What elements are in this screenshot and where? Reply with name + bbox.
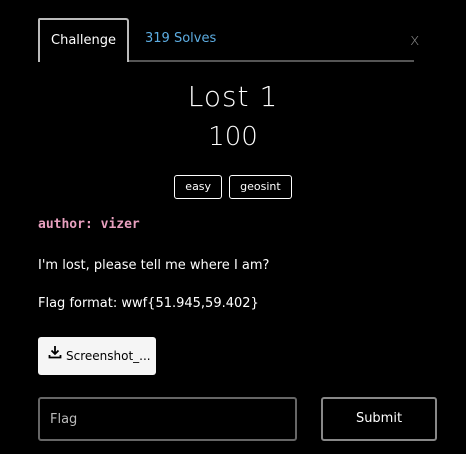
flag-input[interactable]	[38, 397, 297, 441]
challenge-description: I'm lost, please tell me where I am?	[38, 258, 270, 273]
flag-format: Flag format: wwf{51.945,59.402}	[38, 296, 259, 311]
tag-easy: easy	[174, 175, 223, 199]
download-icon	[48, 337, 62, 374]
tab-solves[interactable]: 319 Solves	[145, 18, 216, 60]
challenge-points: 100	[208, 122, 258, 152]
download-file-button[interactable]: Screenshot_...	[38, 337, 156, 375]
submit-button[interactable]: Submit	[321, 397, 437, 441]
challenge-name: Lost 1	[187, 80, 279, 113]
close-icon[interactable]: x	[410, 30, 419, 49]
challenge-tags: easy geosint	[0, 175, 466, 199]
tab-challenge[interactable]: Challenge	[38, 18, 129, 62]
file-name: Screenshot_...	[66, 349, 151, 363]
challenge-tabs: Challenge 319 Solves	[38, 18, 414, 62]
tag-geosint: geosint	[229, 175, 292, 199]
challenge-author: author: vizer	[38, 217, 140, 232]
